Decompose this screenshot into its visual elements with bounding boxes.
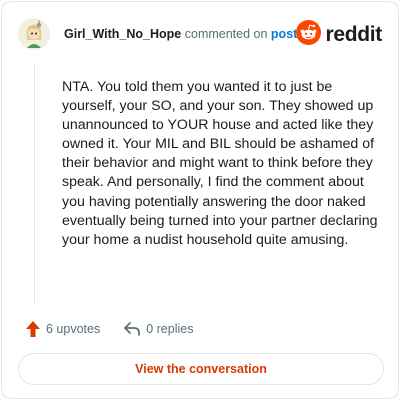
- view-conversation-button[interactable]: View the conversation: [18, 353, 384, 385]
- reply-count: 0 replies: [146, 322, 194, 336]
- upvote-button[interactable]: 6 upvotes: [20, 320, 100, 338]
- reply-arrow-icon: [123, 321, 141, 337]
- post-link[interactable]: post: [271, 27, 297, 41]
- comment-card: Girl_With_No_Hope commented on post redd…: [1, 1, 399, 399]
- comment-header: Girl_With_No_Hope commented on post redd…: [18, 18, 382, 52]
- reddit-logo-icon: [296, 20, 322, 50]
- upvote-count: 6 upvotes: [46, 322, 101, 336]
- comment-body: NTA. You told them you wanted it to just…: [62, 79, 378, 248]
- comment-byline: Girl_With_No_Hope commented on post: [64, 27, 297, 41]
- comment-actions: 6 upvotes 0 replies: [20, 319, 193, 339]
- reddit-brand[interactable]: reddit: [296, 20, 382, 50]
- reddit-wordmark: reddit: [325, 23, 382, 46]
- byline-verb: commented on: [184, 27, 268, 41]
- replies-button[interactable]: 0 replies: [118, 321, 193, 337]
- username-link[interactable]: Girl_With_No_Hope: [64, 27, 181, 41]
- thread-line: [34, 64, 35, 304]
- user-avatar[interactable]: [18, 18, 50, 50]
- upvote-arrow-icon: [25, 320, 41, 338]
